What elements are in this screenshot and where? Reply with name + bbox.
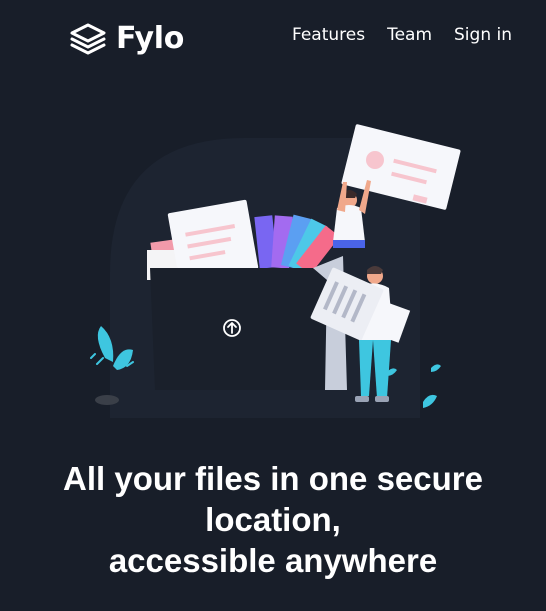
hero-headline: All your files in one secure location, a… [0, 458, 546, 581]
brand-name: Fylo [116, 21, 185, 56]
hero-headline-line: location, [205, 501, 341, 538]
main-nav: Features Team Sign in [292, 24, 512, 46]
folder-front [150, 268, 327, 390]
nav-link-sign-in[interactable]: Sign in [454, 24, 512, 46]
hero-headline-line: All your files in one secure [63, 460, 483, 497]
hero-headline-line: accessible anywhere [108, 542, 438, 579]
nav-link-team[interactable]: Team [387, 24, 432, 46]
nav-link-features[interactable]: Features [292, 24, 365, 46]
brand-logo[interactable]: Fylo [68, 22, 184, 56]
stacked-layers-icon [70, 23, 106, 55]
hero-illustration [90, 124, 461, 418]
site-header: Fylo Features Team Sign in [0, 0, 546, 80]
